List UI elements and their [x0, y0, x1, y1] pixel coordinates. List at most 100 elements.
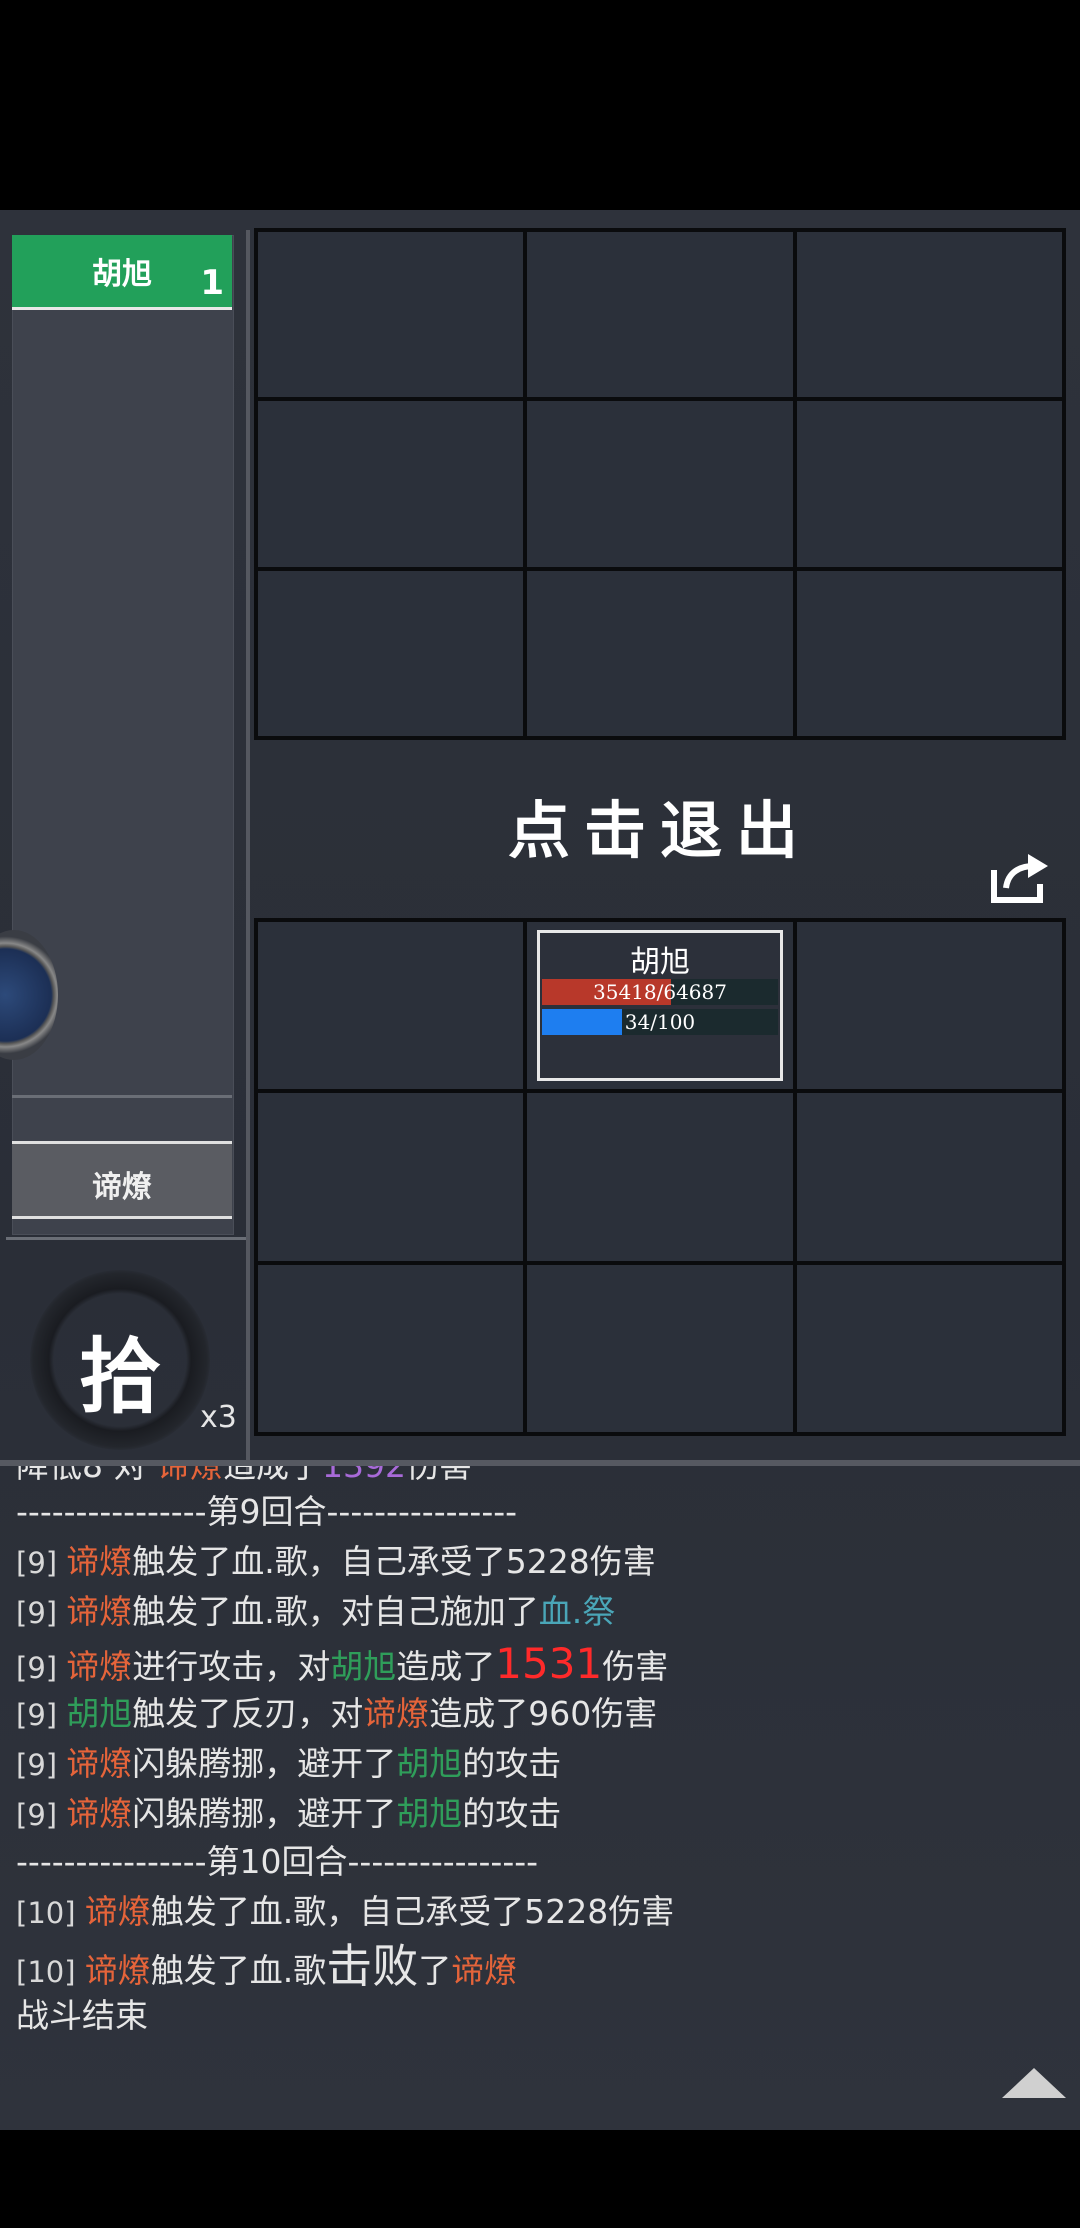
enemy-tab[interactable]: 谛燎 [12, 1141, 232, 1219]
log-text: 伤害 [602, 1647, 669, 1686]
log-defeat: 击败 [326, 1939, 419, 1993]
hp-text: 35418/64687 [593, 980, 727, 1004]
log-enemy-name: 谛燎 [66, 1794, 133, 1833]
log-text: 触发了反刃，对 [132, 1694, 364, 1733]
log-enemy-name: 谛燎 [84, 1892, 151, 1931]
round-separator: ----------------第9回合---------------- [16, 1492, 518, 1531]
log-round-tag: [9] [16, 1546, 67, 1580]
log-line: [9] 谛燎进行攻击，对胡旭造成了1531伤害 [16, 1640, 668, 1688]
log-line: [9] 胡旭触发了反刃，对谛燎造成了960伤害 [16, 1690, 657, 1738]
log-round-tag: [10] [16, 1955, 85, 1989]
log-text: 造成了 [396, 1647, 496, 1686]
unit-name: 胡旭 [629, 945, 690, 980]
skill-glyph: 拾 [78, 1329, 161, 1425]
hp-bar: 35418/64687 [542, 979, 778, 1005]
log-text: 闪躲腾挪，避开了 [132, 1794, 397, 1833]
log-text: 造成了960伤害 [429, 1694, 658, 1733]
log-text: 降低8 [16, 1466, 103, 1485]
grid-cell [796, 1093, 1062, 1261]
grid-cell [527, 570, 793, 736]
grid-cell [796, 570, 1062, 736]
log-line: [10] 谛燎触发了血.歌击败了谛燎 [16, 1942, 517, 1990]
log-text: 进行攻击，对 [132, 1647, 331, 1686]
log-enemy-name: 谛燎 [84, 1951, 151, 1990]
skill-multiplier: x3 [200, 1400, 237, 1435]
log-round-tag: [9] [16, 1748, 67, 1782]
log-text: 触发了血.歌，对自己施加了 [132, 1592, 539, 1631]
grid-cell [527, 1264, 793, 1432]
log-damage: 1392 [322, 1466, 406, 1485]
log-round-tag: [9] [16, 1698, 67, 1732]
unit-card[interactable]: 胡旭 35418/64687 34/100 [537, 930, 783, 1082]
log-enemy-name: 谛燎 [451, 1951, 518, 1990]
exit-button[interactable]: 点击退出 [254, 780, 1066, 870]
team-sidebar: 胡旭 1 谛燎 [12, 235, 234, 1235]
share-icon[interactable] [988, 850, 1052, 906]
grid-cell [527, 401, 793, 567]
log-line: [9] 谛燎闪躲腾挪，避开了胡旭的攻击 [16, 1790, 561, 1838]
log-round-tag: [9] [16, 1651, 67, 1685]
log-text: 闪躲腾挪，避开了 [132, 1744, 397, 1783]
log-enemy-name: 谛燎 [157, 1466, 223, 1485]
log-round-tag: [9] [16, 1798, 67, 1832]
log-round-tag: [9] [16, 1596, 67, 1630]
log-enemy-name: 谛燎 [66, 1592, 133, 1631]
grid-cell [258, 1093, 524, 1261]
mp-text: 34/100 [624, 1010, 696, 1034]
grid-cell [796, 232, 1062, 398]
grid-cell [258, 570, 524, 736]
log-line: [9] 谛燎闪躲腾挪，避开了胡旭的攻击 [16, 1740, 561, 1788]
round-separator: ----------------第10回合---------------- [16, 1842, 539, 1881]
enemy-name: 谛燎 [92, 1170, 152, 1205]
player-tab[interactable]: 胡旭 1 [12, 235, 232, 310]
log-text: 造成了 [223, 1466, 322, 1485]
enemy-formation-grid [254, 228, 1066, 740]
log-crit-damage: 1531 [495, 1639, 603, 1688]
log-text: 伤害 [406, 1466, 472, 1485]
grid-cell [258, 922, 524, 1090]
battle-log[interactable]: 降低8 对 谛燎造成了1392伤害 ----------------第9回合--… [16, 1466, 1066, 2106]
player-count: 1 [200, 263, 224, 303]
log-effect: 血.祭 [538, 1592, 616, 1631]
triangle-up-icon[interactable] [1002, 2068, 1066, 2098]
grid-cell-unit[interactable]: 胡旭 35418/64687 34/100 [527, 922, 793, 1090]
player-name: 胡旭 [92, 257, 152, 292]
grid-cell [796, 1264, 1062, 1432]
grid-cell [527, 232, 793, 398]
log-line: [9] 谛燎触发了血.歌，对自己施加了血.祭 [16, 1588, 615, 1636]
log-enemy-name: 谛燎 [66, 1647, 133, 1686]
sidebar-bottom-divider [6, 1237, 246, 1240]
log-text: 触发了血.歌 [150, 1951, 327, 1990]
log-ally-name: 胡旭 [396, 1744, 463, 1783]
sidebar-divider [12, 1095, 232, 1098]
grid-cell [796, 401, 1062, 567]
log-enemy-name: 谛燎 [66, 1542, 133, 1581]
log-ally-name: 胡旭 [66, 1694, 133, 1733]
grid-cell [258, 1264, 524, 1432]
skill-seal-button[interactable]: 拾 [30, 1270, 210, 1450]
log-text: 对 [103, 1466, 157, 1485]
grid-cell [796, 922, 1062, 1090]
log-ally-name: 胡旭 [396, 1794, 463, 1833]
screen: 胡旭 1 谛燎 拾 x3 点击退出 胡旭 35418/64687 34/100 … [0, 0, 1080, 2228]
log-enemy-name: 谛燎 [66, 1744, 133, 1783]
log-line: [9] 谛燎触发了血.歌，自己承受了5228伤害 [16, 1538, 656, 1586]
log-text: 的攻击 [462, 1744, 562, 1783]
battle-end-text: 战斗结束 [16, 1996, 148, 2035]
grid-cell [258, 232, 524, 398]
log-line: 降低8 对 谛燎造成了1392伤害 [16, 1466, 472, 1490]
vertical-divider [246, 230, 250, 1475]
grid-cell [258, 401, 524, 567]
log-line: [10] 谛燎触发了血.歌，自己承受了5228伤害 [16, 1888, 674, 1936]
log-text: 了 [418, 1951, 452, 1990]
log-ally-name: 胡旭 [330, 1647, 397, 1686]
grid-cell [527, 1093, 793, 1261]
log-text: 触发了血.歌，自己承受了5228伤害 [150, 1892, 675, 1931]
log-enemy-name: 谛燎 [363, 1694, 430, 1733]
log-text: 的攻击 [462, 1794, 562, 1833]
mp-bar: 34/100 [542, 1009, 778, 1035]
log-round-tag: [10] [16, 1896, 85, 1930]
log-text: 触发了血.歌，自己承受了5228伤害 [132, 1542, 656, 1581]
battle-panel: 胡旭 1 谛燎 拾 x3 点击退出 胡旭 35418/64687 34/100 … [0, 210, 1080, 2130]
player-formation-grid: 胡旭 35418/64687 34/100 [254, 918, 1066, 1436]
